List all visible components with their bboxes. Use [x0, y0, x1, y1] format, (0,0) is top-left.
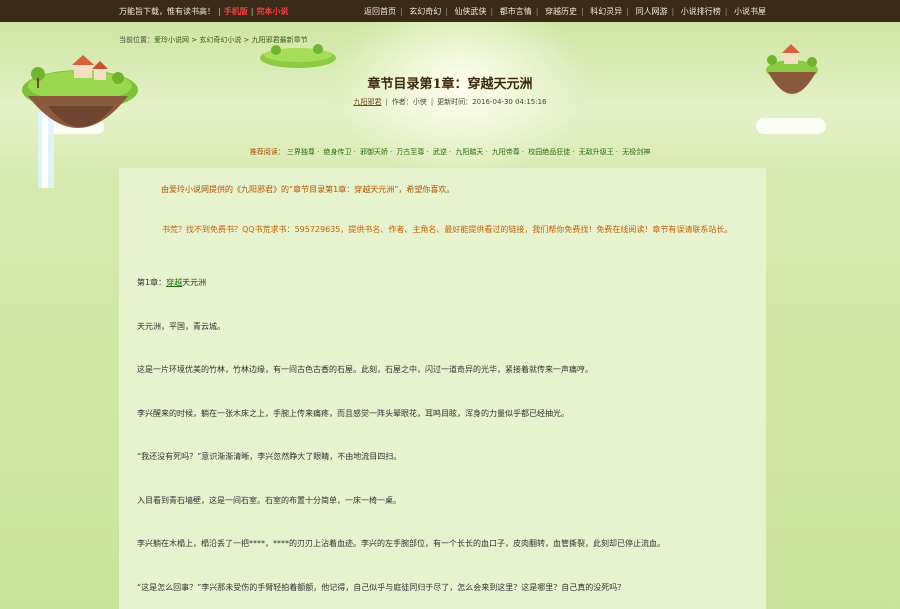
- mobile-version-link[interactable]: 手机版: [224, 7, 248, 16]
- update-time: 更新时间：2016-04-30 04:15:16: [437, 98, 547, 106]
- paragraph: 天元洲，平国，青云城。: [137, 322, 225, 331]
- recommend-book[interactable]: 校园绝品狂徒: [528, 148, 570, 156]
- recommend-bar: 推荐阅读： 三界独尊 · 绝身传卫 · 邪御天娇 · 万古至尊 · 武逆 · 九阳踏天 · …: [249, 148, 651, 156]
- nav-dushi[interactable]: 都市言情: [500, 7, 532, 16]
- recommend-book[interactable]: 无敌升级王: [579, 148, 614, 156]
- breadcrumb-category[interactable]: 玄幻奇幻小说: [199, 36, 241, 44]
- nav-home[interactable]: 返回首页: [364, 7, 396, 16]
- paragraph: “我还没有死吗？”意识渐渐清晰，李兴忽然睁大了眼睛，不由地流目四扫。: [137, 452, 402, 461]
- paragraph: 李兴躺在木榻上，榻沿丢了一把****，****的刃刃上沾着血迹。李兴的左手腕部位…: [137, 539, 665, 548]
- recommend-book[interactable]: 绝身传卫: [323, 148, 351, 156]
- top-bar: 万能旨下载，惟有读书高！ | 手机版 | 完本小说 返回首页 | 玄幻奇幻 | 仙侠武侠 | …: [0, 0, 900, 22]
- book-link[interactable]: 九阳邪君: [353, 98, 381, 106]
- top-nav: 返回首页 | 玄幻奇幻 | 仙侠武侠 | 都市言情 | 穿越历史 | 科幻灵异 | 同人网游…: [364, 7, 766, 16]
- nav-tongren[interactable]: 同人网游: [636, 7, 668, 16]
- nav-kehuan[interactable]: 科幻灵异: [590, 7, 622, 16]
- notice-text: 书荒？找不到免费书？QQ书荒求书：595729635，提供书名、作者、主角名、最…: [162, 225, 733, 234]
- chapter-content: 由爱玲小说网提供的《九阳邪君》的“章节目录第1章：穿越天元洲”，希望你喜欢。 书…: [119, 168, 766, 609]
- nav-bookhouse[interactable]: 小说书屋: [734, 7, 766, 16]
- recommend-book[interactable]: 邪御天娇: [360, 148, 388, 156]
- author-label: 作者：小侠: [391, 98, 427, 106]
- paragraph: 入目看到青石墙壁，这是一间石室。石室的布置十分简单，一床一椅一桌。: [137, 496, 401, 505]
- nav-ranking[interactable]: 小说排行榜: [681, 7, 721, 16]
- paragraph: 第1章：穿越天元洲: [137, 278, 207, 287]
- recommend-book[interactable]: 万古至尊: [396, 148, 424, 156]
- paragraph: “这是怎么回事？”李兴那未受伤的手臂轻拍着额额，他记得，自己似乎与庭徒同归于尽了…: [137, 583, 626, 592]
- site-slogan: 万能旨下载，惟有读书高！ | 手机版 | 完本小说: [119, 7, 289, 16]
- nav-xuanhuan[interactable]: 玄幻奇幻: [409, 7, 441, 16]
- recommend-book[interactable]: 三界独尊: [287, 148, 315, 156]
- recommend-book[interactable]: 武逆: [433, 148, 447, 156]
- breadcrumb: 当前位置：爱玲小说网 > 玄幻奇幻小说 > 九阳邪君最新章节: [119, 36, 308, 44]
- intro-text: 由爱玲小说网提供的《九阳邪君》的“章节目录第1章：穿越天元洲”，希望你喜欢。: [161, 185, 455, 194]
- recommend-book[interactable]: 九阳帝尊: [492, 148, 520, 156]
- keyword-link[interactable]: 穿越: [166, 278, 182, 287]
- chapter-title: 章节目录第1章：穿越天元洲: [367, 77, 533, 92]
- cloud-decoration: [756, 118, 826, 134]
- breadcrumb-home[interactable]: 爱玲小说网: [154, 36, 189, 44]
- breadcrumb-book[interactable]: 九阳邪君最新章节: [252, 36, 308, 44]
- complete-novels-link[interactable]: 完本小说: [256, 7, 288, 16]
- recommend-book[interactable]: 无极剑神: [622, 148, 650, 156]
- breadcrumb-prefix: 当前位置：: [119, 36, 154, 44]
- recommend-book[interactable]: 九阳踏天: [455, 148, 483, 156]
- paragraph: 这是一片环境优美的竹林，竹林边缘，有一间古色古香的石屋。此刻，石屋之中，闪过一道…: [137, 365, 593, 374]
- nav-chuanyue[interactable]: 穿越历史: [545, 7, 577, 16]
- nav-xianxia[interactable]: 仙侠武侠: [455, 7, 487, 16]
- paragraph: 李兴醒来的时候，躺在一张木床之上，手腕上传来痛疼，而且感觉一阵头晕眼花，耳鸣目眩…: [137, 409, 569, 418]
- recommend-label: 推荐阅读：: [249, 148, 285, 156]
- chapter-meta: 九阳邪君 | 作者：小侠 | 更新时间：2016-04-30 04:15:16: [353, 98, 547, 106]
- slogan-text: 万能旨下载，惟有读书高！: [119, 7, 215, 16]
